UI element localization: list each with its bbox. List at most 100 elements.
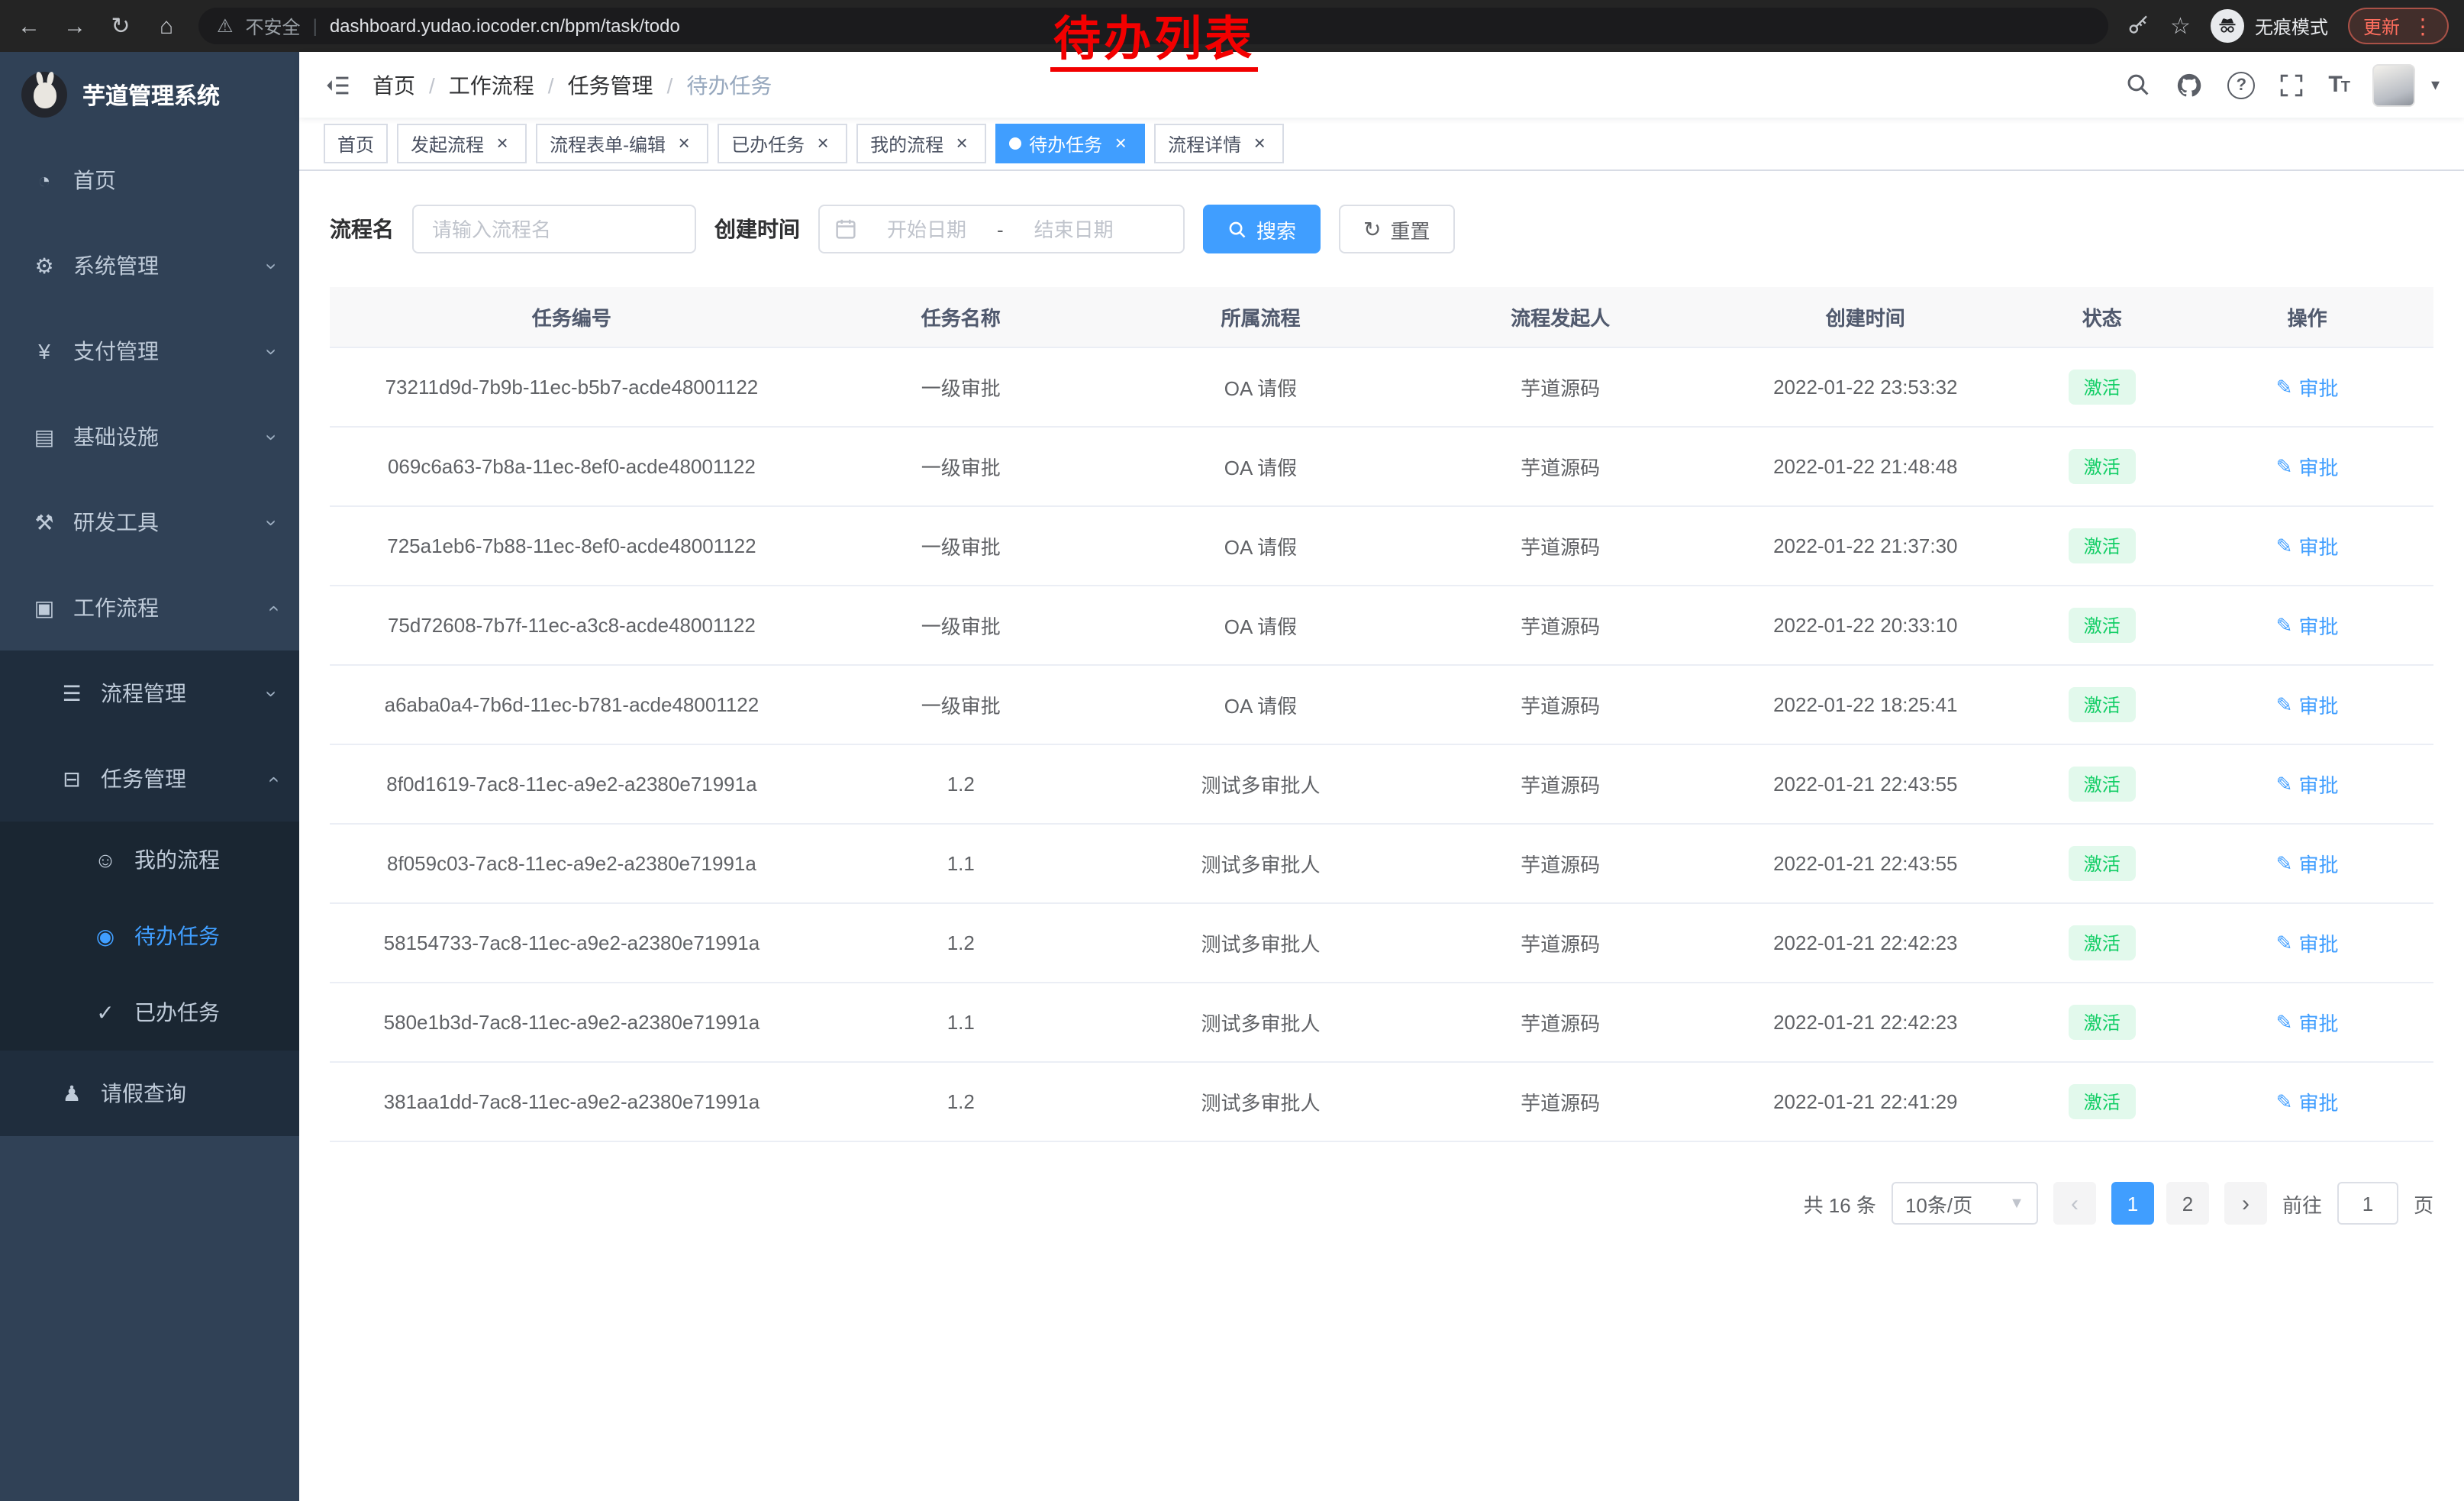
status-badge: 激活 (2069, 846, 2136, 881)
edit-icon: ✎ (2276, 613, 2293, 638)
close-icon[interactable]: × (812, 133, 834, 154)
next-page-button[interactable]: › (2224, 1182, 2267, 1225)
cell-status: 激活 (2023, 744, 2181, 824)
sidebar-item-done-tasks[interactable]: ✓已办任务 (0, 974, 299, 1051)
search-button[interactable]: 搜索 (1203, 205, 1321, 253)
cell-created: 2022-01-22 21:37:30 (1708, 506, 2023, 586)
page-button-2[interactable]: 2 (2166, 1182, 2209, 1225)
approve-link[interactable]: ✎审批 (2276, 611, 2339, 640)
search-icon (1227, 219, 1247, 239)
cell-name: 1.2 (814, 1062, 1108, 1141)
tab-process-detail[interactable]: 流程详情× (1154, 124, 1284, 163)
chevron-down-icon: › (260, 263, 283, 270)
cell-name: 1.1 (814, 983, 1108, 1062)
status-badge: 激活 (2069, 528, 2136, 563)
approve-link[interactable]: ✎审批 (2276, 928, 2339, 957)
chevron-down-icon: › (260, 519, 283, 526)
table-row: 8f0d1619-7ac8-11ec-a9e2-a2380e71991a1.2测… (330, 744, 2433, 824)
sidebar-item-my-process[interactable]: ☺我的流程 (0, 822, 299, 898)
help-icon[interactable]: ? (2227, 71, 2255, 98)
close-icon[interactable]: × (951, 133, 972, 154)
key-icon[interactable] (2126, 14, 2150, 38)
total-count: 共 16 条 (1804, 1189, 1876, 1218)
update-button[interactable]: 更新 ⋮ (2348, 8, 2449, 44)
warning-icon: ⚠ (217, 15, 234, 37)
close-icon[interactable]: × (1110, 133, 1131, 154)
prev-page-button[interactable]: ‹ (2053, 1182, 2096, 1225)
forward-icon[interactable]: → (61, 13, 89, 39)
close-icon[interactable]: × (1249, 133, 1270, 154)
avatar[interactable] (2373, 63, 2416, 106)
end-date-input[interactable] (1013, 216, 1135, 242)
sidebar-item-workflow[interactable]: ▣工作流程› (0, 565, 299, 650)
approve-link[interactable]: ✎审批 (2276, 452, 2339, 481)
process-name-input[interactable] (412, 205, 696, 253)
page-size-select[interactable]: 10条/页 ▼ (1892, 1182, 2038, 1225)
sidebar-item-infrastructure[interactable]: ▤基础设施› (0, 394, 299, 479)
tab-home[interactable]: 首页 (324, 124, 388, 163)
refresh-icon[interactable]: ↻ (107, 12, 134, 40)
breadcrumb-item[interactable]: 任务管理 (568, 69, 653, 100)
tab-form-edit[interactable]: 流程表单-编辑× (536, 124, 708, 163)
cell-initiator: 芋道源码 (1413, 824, 1708, 903)
search-icon[interactable] (2125, 72, 2151, 98)
cell-action: ✎审批 (2181, 1062, 2433, 1141)
approve-link[interactable]: ✎审批 (2276, 1008, 2339, 1037)
sidebar-item-task-mgmt[interactable]: ⊟任务管理› (0, 736, 299, 822)
github-icon[interactable] (2175, 71, 2203, 98)
tab-start-process[interactable]: 发起流程× (397, 124, 527, 163)
chevron-up-icon: › (260, 605, 283, 612)
breadcrumb-item[interactable]: 工作流程 (449, 69, 534, 100)
cell-created: 2022-01-22 23:53:32 (1708, 347, 2023, 427)
collapse-sidebar-icon[interactable] (324, 71, 351, 98)
goto-page-input[interactable] (2337, 1182, 2398, 1225)
column-header: 所属流程 (1108, 287, 1414, 347)
page-button-1[interactable]: 1 (2111, 1182, 2154, 1225)
menu-kebab-icon[interactable]: ⋮ (2412, 13, 2433, 39)
date-range-picker[interactable]: - (818, 205, 1185, 253)
sidebar-item-system-mgmt[interactable]: ⚙系统管理› (0, 223, 299, 308)
fullscreen-icon[interactable] (2279, 73, 2304, 97)
sidebar-item-home[interactable]: ◔首页 (0, 137, 299, 223)
approve-link[interactable]: ✎审批 (2276, 770, 2339, 799)
sidebar-item-todo-tasks[interactable]: ◉待办任务 (0, 898, 299, 974)
font-size-icon[interactable]: TT (2328, 72, 2349, 98)
tab-todo-tasks[interactable]: 待办任务× (995, 124, 1145, 163)
cell-created: 2022-01-22 21:48:48 (1708, 427, 2023, 506)
approve-link[interactable]: ✎审批 (2276, 849, 2339, 878)
breadcrumb-item[interactable]: 首页 (373, 69, 415, 100)
tab-done-tasks[interactable]: 已办任务× (718, 124, 847, 163)
approve-link[interactable]: ✎审批 (2276, 531, 2339, 560)
sidebar-item-payment-mgmt[interactable]: ¥支付管理› (0, 308, 299, 394)
start-date-input[interactable] (866, 216, 988, 242)
calendar-icon (835, 218, 856, 240)
cell-action: ✎审批 (2181, 903, 2433, 983)
approve-link[interactable]: ✎审批 (2276, 690, 2339, 719)
sidebar-item-dev-tools[interactable]: ⚒研发工具› (0, 479, 299, 565)
incognito-label: 无痕模式 (2255, 13, 2328, 39)
cell-status: 激活 (2023, 903, 2181, 983)
back-icon[interactable]: ← (15, 13, 43, 39)
reset-button[interactable]: ↻ 重置 (1339, 205, 1455, 253)
table-row: 8f059c03-7ac8-11ec-a9e2-a2380e71991a1.1测… (330, 824, 2433, 903)
approve-link[interactable]: ✎审批 (2276, 373, 2339, 402)
table-row: 381aa1dd-7ac8-11ec-a9e2-a2380e71991a1.2测… (330, 1062, 2433, 1141)
bookmark-star-icon[interactable]: ☆ (2170, 12, 2191, 40)
home-icon[interactable]: ⌂ (153, 13, 180, 39)
column-header: 状态 (2023, 287, 2181, 347)
incognito-badge: 无痕模式 (2211, 9, 2328, 43)
sidebar-item-leave-query[interactable]: ♟请假查询 (0, 1051, 299, 1136)
close-icon[interactable]: × (673, 133, 695, 154)
sidebar-item-process-mgmt[interactable]: ☰流程管理› (0, 650, 299, 736)
tab-my-process[interactable]: 我的流程× (856, 124, 986, 163)
edit-icon: ✎ (2276, 931, 2293, 955)
cell-initiator: 芋道源码 (1413, 744, 1708, 824)
dashboard-icon: ◔ (31, 168, 58, 192)
chevron-down-icon[interactable]: ▾ (2431, 75, 2440, 95)
approve-link[interactable]: ✎审批 (2276, 1087, 2339, 1116)
cell-name: 1.2 (814, 744, 1108, 824)
cell-name: 一级审批 (814, 665, 1108, 744)
close-icon[interactable]: × (492, 133, 513, 154)
chevron-down-icon: › (260, 690, 283, 697)
table-row: a6aba0a4-7b6d-11ec-b781-acde48001122一级审批… (330, 665, 2433, 744)
